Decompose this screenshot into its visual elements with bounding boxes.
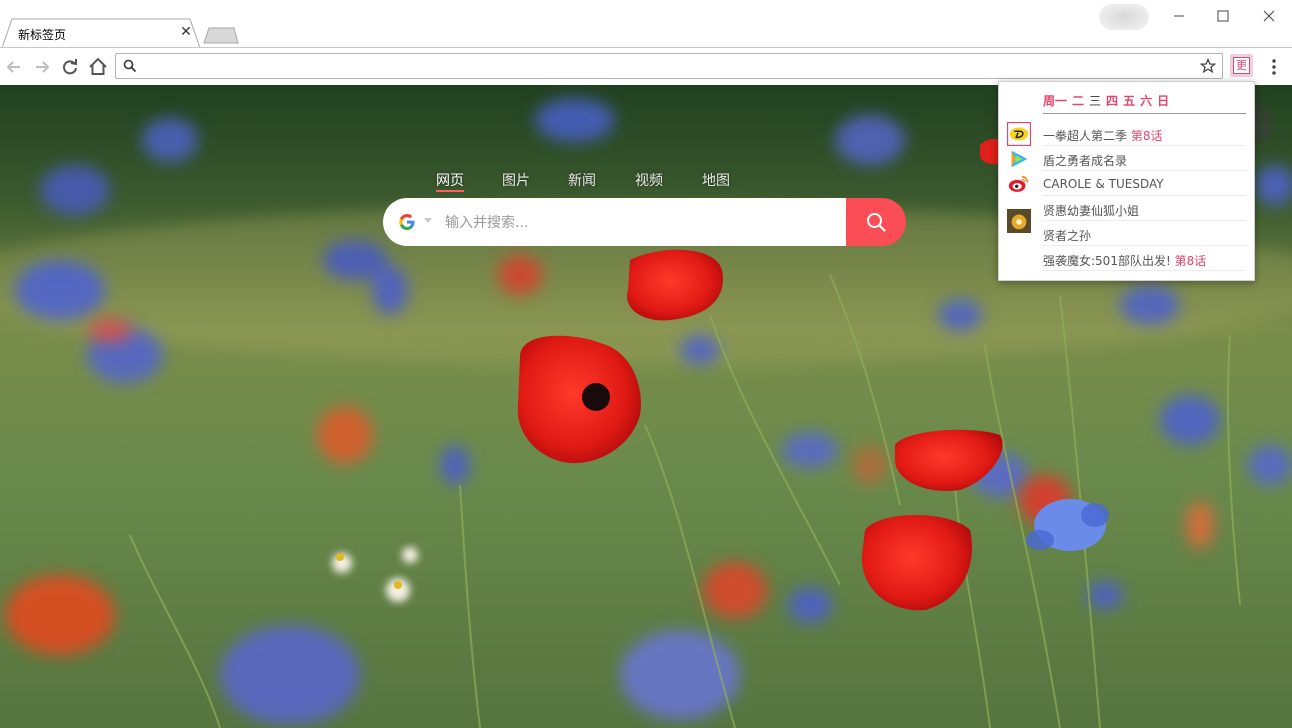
anime-list: 一拳超人第二季 第8话 盾之勇者成名录 CAROLE & TUESDAY 贤惠幼… (999, 121, 1254, 271)
new-tab-button[interactable] (203, 27, 239, 44)
anime-title: 贤惠幼妻仙狐小姐 (1043, 204, 1140, 218)
weekday-sat[interactable]: 六 (1140, 92, 1152, 109)
bookmark-star-icon[interactable] (1200, 58, 1216, 74)
maximize-icon[interactable] (1208, 6, 1238, 26)
extension-button[interactable]: 更 (1230, 54, 1253, 77)
bilibili-style-icon (1007, 122, 1031, 146)
row-divider (1043, 270, 1246, 271)
list-item[interactable]: CAROLE & TUESDAY (999, 171, 1254, 196)
search-field (383, 198, 846, 246)
menu-dots-icon[interactable] (1264, 56, 1284, 78)
tab-strip: 新标签页 ✕ (0, 0, 1292, 48)
tencent-video-icon (1011, 150, 1028, 168)
weekday-tue[interactable]: 二 (1072, 92, 1084, 109)
weekday-divider (1043, 113, 1246, 114)
minimize-icon[interactable] (1164, 6, 1194, 26)
search-icon (123, 59, 137, 73)
engine-dropdown-icon[interactable] (424, 218, 432, 223)
weekday-sun[interactable]: 日 (1157, 92, 1169, 109)
toolbar: 更 (0, 47, 1292, 85)
anime-title: 强袭魔女:501部队出发! (1043, 254, 1171, 268)
home-icon[interactable] (87, 56, 109, 78)
tab-video[interactable]: 视频 (635, 170, 663, 190)
weekday-selector: 周一二三四五六日 (1043, 92, 1174, 109)
tab-close-icon[interactable]: ✕ (179, 25, 193, 39)
new-tab-icon (203, 27, 239, 44)
anime-title: CAROLE & TUESDAY (1043, 177, 1164, 191)
list-item[interactable]: 强袭魔女:501部队出发! 第8话 (999, 246, 1254, 271)
search-button[interactable] (846, 198, 906, 246)
browser-tab-active[interactable]: 新标签页 ✕ (2, 18, 200, 48)
anime-title: 盾之勇者成名录 (1043, 154, 1128, 168)
tab-map[interactable]: 地图 (702, 170, 730, 190)
list-item[interactable]: 贤惠幼妻仙狐小姐 (999, 196, 1254, 221)
weibo-icon (1008, 175, 1029, 192)
tab-web[interactable]: 网页 (436, 170, 464, 192)
weekday-wed[interactable]: 三 (1089, 92, 1101, 109)
forward-arrow-icon[interactable] (31, 56, 53, 78)
weekday-fri[interactable]: 五 (1123, 92, 1135, 109)
tab-images[interactable]: 图片 (502, 170, 530, 190)
weekday-mon[interactable]: 周一 (1043, 92, 1067, 109)
extension-label: 更 (1233, 57, 1250, 74)
profile-avatar[interactable] (1099, 4, 1149, 30)
weekday-thu[interactable]: 四 (1106, 92, 1118, 109)
tab-title: 新标签页 (18, 28, 67, 42)
episode-badge: 第8话 (1174, 254, 1207, 268)
anime-title: 一拳超人第二季 (1043, 129, 1128, 143)
search-input[interactable] (443, 212, 837, 234)
reload-icon[interactable] (59, 56, 81, 78)
extension-popup: 周一二三四五六日 一拳超人第二季 第8话 盾之勇者成名录 CAROLE & TU… (998, 81, 1255, 281)
list-item[interactable]: 一拳超人第二季 第8话 (999, 121, 1254, 146)
app-thumb-icon (1007, 209, 1031, 233)
list-item[interactable]: 盾之勇者成名录 (999, 146, 1254, 171)
tab-news[interactable]: 新闻 (568, 170, 596, 190)
address-bar[interactable] (115, 53, 1223, 79)
address-input[interactable] (142, 56, 1196, 78)
list-item[interactable]: 贤者之孙 (999, 209, 1254, 246)
back-arrow-icon[interactable] (3, 56, 25, 78)
anime-title: 贤者之孙 (1043, 229, 1092, 243)
close-window-icon[interactable] (1254, 6, 1284, 26)
search-box (383, 198, 906, 246)
google-g-icon[interactable] (396, 211, 418, 233)
search-icon (867, 213, 886, 232)
episode-badge: 第8话 (1130, 129, 1163, 143)
